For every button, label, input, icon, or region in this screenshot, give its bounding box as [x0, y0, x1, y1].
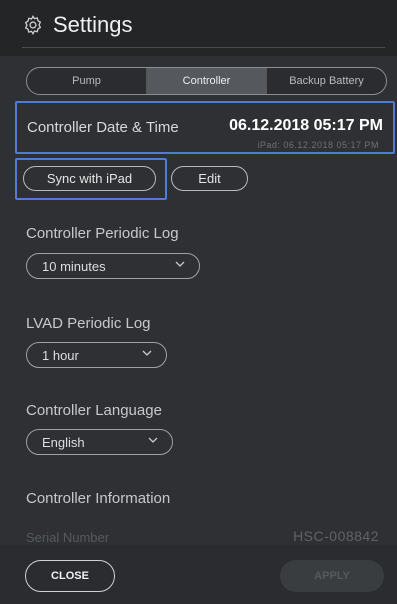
language-label: Controller Language: [26, 402, 162, 419]
settings-tabs: Pump Controller Backup Battery: [26, 67, 387, 95]
periodic-log-value: 10 minutes: [42, 259, 106, 274]
chevron-down-icon: [148, 437, 158, 443]
tab-backup-battery[interactable]: Backup Battery: [266, 68, 386, 94]
lvad-log-label: LVAD Periodic Log: [26, 315, 151, 332]
settings-header: Settings: [0, 0, 397, 56]
tab-pump[interactable]: Pump: [27, 68, 146, 94]
chevron-down-icon: [142, 350, 152, 356]
lvad-log-select[interactable]: 1 hour: [26, 342, 167, 368]
close-button[interactable]: CLOSE: [25, 560, 115, 592]
apply-button[interactable]: APPLY: [280, 560, 384, 592]
periodic-log-select[interactable]: 10 minutes: [26, 253, 200, 279]
lvad-log-value: 1 hour: [42, 348, 79, 363]
datetime-value: 06.12.2018 05:17 PM: [229, 117, 383, 134]
ipad-datetime: iPad: 06.12.2018 05:17 PM: [257, 140, 379, 150]
periodic-log-label: Controller Periodic Log: [26, 225, 179, 242]
gear-icon: [24, 15, 42, 35]
serial-number-label: Serial Number: [26, 530, 110, 545]
language-select[interactable]: English: [26, 429, 173, 455]
edit-button[interactable]: Edit: [171, 166, 248, 191]
chevron-down-icon: [175, 261, 185, 267]
sync-with-ipad-button[interactable]: Sync with iPad: [23, 166, 156, 191]
datetime-label: Controller Date & Time: [27, 119, 179, 136]
tab-controller[interactable]: Controller: [146, 68, 266, 94]
controller-info-label: Controller Information: [26, 490, 171, 507]
page-title: Settings: [53, 12, 133, 37]
language-value: English: [42, 435, 85, 450]
serial-number-value: HSC-008842: [293, 528, 379, 544]
header-divider: [22, 47, 385, 48]
